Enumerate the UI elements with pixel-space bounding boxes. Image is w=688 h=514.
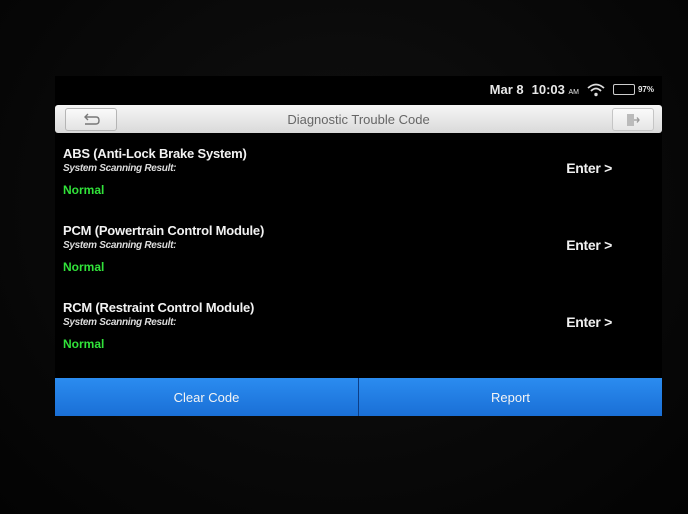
module-item-rcm: RCM (Restraint Control Module) System Sc… [55,292,662,369]
device-screen: Mar 8 10:03 AM 97% Diagnostic Trouble Co… [55,76,662,416]
status-time-value: 10:03 [531,82,565,97]
enter-button-rcm[interactable]: Enter > [566,314,612,330]
scan-status: Normal [63,260,105,274]
wifi-icon [587,83,605,96]
page-title: Diagnostic Trouble Code [287,111,430,127]
title-bar: Diagnostic Trouble Code [55,105,662,133]
status-time: 10:03 AM [532,82,579,97]
battery-icon [612,84,635,95]
module-item-pcm: PCM (Powertrain Control Module) System S… [55,215,662,292]
module-list: ABS (Anti-Lock Brake System) System Scan… [55,138,662,378]
status-date: Mar 8 [489,82,524,97]
exit-button[interactable] [612,108,654,131]
report-button[interactable]: Report [359,378,662,416]
scan-status: Normal [63,183,105,197]
back-arrow-icon [84,113,100,125]
scan-status: Normal [63,337,105,351]
module-name: PCM (Powertrain Control Module) [63,223,265,238]
battery-percent: 97% [637,85,654,94]
battery-indicator: 97% [612,84,654,95]
module-name: RCM (Restraint Control Module) [63,300,255,315]
enter-button-abs[interactable]: Enter > [566,160,612,176]
exit-icon [627,113,640,126]
status-bar: Mar 8 10:03 AM 97% [55,76,662,103]
clear-code-button[interactable]: Clear Code [55,378,358,416]
module-name: ABS (Anti-Lock Brake System) [63,146,247,161]
action-bar: Clear Code Report [55,378,662,416]
status-time-ampm: AM [568,89,579,96]
module-name: TCM (Transmission Control Module) [63,369,662,378]
module-item-tcm: TCM (Transmission Control Module) [55,369,662,378]
back-button[interactable] [65,108,117,131]
enter-button-pcm[interactable]: Enter > [566,237,612,253]
module-item-abs: ABS (Anti-Lock Brake System) System Scan… [55,138,662,215]
